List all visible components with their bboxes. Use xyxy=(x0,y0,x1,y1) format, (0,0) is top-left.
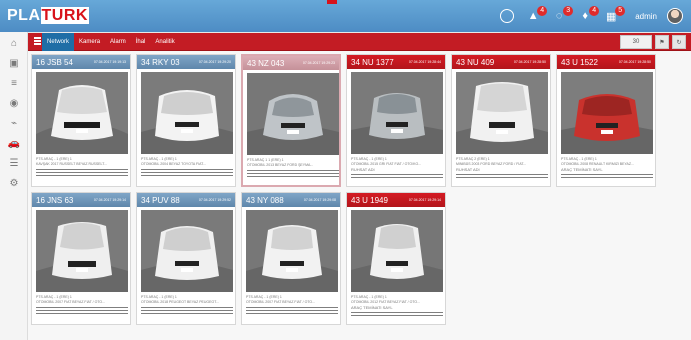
sidebar: ⌂ ▣ ≡ ◉ ⌁ 🚗 ☰ ⚙ xyxy=(0,32,28,340)
card-header: 16 JSB 54 07.04.2017 19:19:13 xyxy=(32,55,130,69)
vehicle-card[interactable]: 34 PUV 88 07.04.2017 19:29:52 PTS ARAÇ -… xyxy=(136,192,236,325)
vehicle-photo xyxy=(561,72,653,154)
vehicle-photo xyxy=(351,72,443,154)
search-icon[interactable] xyxy=(499,8,515,24)
card-info: PTS ARAÇ - 1 (ERE) 1 KAVŞAK 2017 RUSSELT… xyxy=(36,157,128,178)
vehicle-card[interactable]: 43 NY 088 07.04.2017 19:29:08 PTS ARAÇ -… xyxy=(241,192,341,325)
card-info: PTS ARAÇ - 1 (ERE) 1 OTOMOBİL 2007 FIAT … xyxy=(246,295,338,316)
vehicle-photo xyxy=(247,73,339,155)
card-header: 43 U 1949 07.04.2017 19:29:14 xyxy=(347,193,445,207)
vehicle-card[interactable]: 34 RKY 03 07.04.2017 19:29:20 PTS ARAÇ -… xyxy=(136,54,236,187)
refresh-button[interactable]: ↻ xyxy=(672,35,686,49)
vehicle-photo xyxy=(141,72,233,154)
database-icon[interactable]: ☰ xyxy=(0,154,28,172)
vehicle-photo xyxy=(456,72,548,154)
vehicle-card[interactable]: 16 JNS 63 07.04.2017 19:29:14 PTS ARAÇ -… xyxy=(31,192,131,325)
vehicle-photo xyxy=(141,210,233,292)
tab-network[interactable]: Network xyxy=(42,33,75,51)
tab-alarm[interactable]: Alarm xyxy=(105,33,131,51)
card-info: PTS ARAÇ - 1 (ERE) 1 OTOMOBİL 2015 GRİ F… xyxy=(351,157,443,180)
card-info: PTS ARAÇ - 1 (ERE) 1 OTOMOBİL 2004 BEYAZ… xyxy=(141,157,233,178)
logo-mark xyxy=(327,0,337,4)
card-header: 43 NU 409 07.04.2017 19:28:50 xyxy=(452,55,550,69)
card-header: 43 NZ 043 07.04.2017 19:29:23 xyxy=(243,56,339,70)
vehicle-card-selected[interactable]: 43 NZ 043 07.04.2017 19:29:23 PTS ARAÇ 1… xyxy=(241,54,341,187)
menu-icon[interactable] xyxy=(34,37,41,45)
content-grid: 16 JSB 54 07.04.2017 19:19:13 PTS ARAÇ -… xyxy=(28,51,691,340)
card-info: PTS ARAÇ - 1 (ERE) 1 OTOMOBİL 2018 PEUGE… xyxy=(141,295,233,316)
home-icon[interactable]: ⌂ xyxy=(0,34,28,52)
settings-icon[interactable]: ⚙ xyxy=(0,174,28,192)
eye-icon[interactable]: ◉ xyxy=(0,94,28,112)
card-header: 43 U 1522 07.04.2017 19:28:50 xyxy=(557,55,655,69)
chart-icon[interactable]: ⌁ xyxy=(0,114,28,132)
card-info: PTS ARAÇ - 1 (ERE) 1 OTOMOBİL 2008 RENAU… xyxy=(561,157,653,180)
card-header: 34 PUV 88 07.04.2017 19:29:52 xyxy=(137,193,235,207)
car-icon[interactable]: 🚗 xyxy=(0,134,28,152)
vehicle-card[interactable]: 16 JSB 54 07.04.2017 19:19:13 PTS ARAÇ -… xyxy=(31,54,131,187)
alarm-icon[interactable]: ◌ 3 xyxy=(551,6,574,24)
page-size-select[interactable]: 30 xyxy=(620,35,652,49)
filter-button[interactable]: ⚑ xyxy=(655,35,669,49)
vehicle-photo xyxy=(351,210,443,292)
card-info: PTS ARAÇ - 1 (ERE) 1 OTOMOBİL 2007 FIAT … xyxy=(36,295,128,316)
card-header: 16 JNS 63 07.04.2017 19:29:14 xyxy=(32,193,130,207)
vehicle-photo xyxy=(246,210,338,292)
logo: PLATURK xyxy=(7,7,89,24)
card-header: 43 NY 088 07.04.2017 19:29:08 xyxy=(242,193,340,207)
list-icon[interactable]: ≡ xyxy=(0,74,28,92)
vehicle-photo xyxy=(36,72,128,154)
top-actions: ▲ 4 ◌ 3 ♦ 4 ▦ 5 admin xyxy=(499,6,683,24)
card-header: 34 RKY 03 07.04.2017 19:29:20 xyxy=(137,55,235,69)
location-icon[interactable]: ♦ 4 xyxy=(577,6,600,24)
tabs: Network Kamera Alarm İhal Analitik xyxy=(42,33,180,51)
image-icon[interactable]: ▣ xyxy=(0,54,28,72)
grid-icon[interactable]: ▦ 5 xyxy=(603,6,626,24)
tab-controls: 30 ⚑ ↻ xyxy=(620,35,686,49)
tab-ihal[interactable]: İhal xyxy=(131,33,151,51)
avatar[interactable] xyxy=(667,8,683,24)
tab-analitik[interactable]: Analitik xyxy=(150,33,179,51)
vehicle-card[interactable]: 43 U 1522 07.04.2017 19:28:50 PTS ARAÇ -… xyxy=(556,54,656,187)
tab-bar: Network Kamera Alarm İhal Analitik 30 ⚑ … xyxy=(28,33,691,51)
username[interactable]: admin xyxy=(635,12,657,21)
vehicle-card[interactable]: 34 NU 1377 07.04.2017 19:28:44 PTS ARAÇ … xyxy=(346,54,446,187)
card-info: PTS ARAÇ 1 1 (ERE) 1 OTOMOBİL 2013 BEYAZ… xyxy=(247,158,339,179)
bell-icon[interactable]: ▲ 4 xyxy=(525,6,548,24)
vehicle-photo xyxy=(36,210,128,292)
vehicle-card[interactable]: 43 U 1949 07.04.2017 19:29:14 PTS ARAÇ -… xyxy=(346,192,446,325)
card-header: 34 NU 1377 07.04.2017 19:28:44 xyxy=(347,55,445,69)
tab-kamera[interactable]: Kamera xyxy=(74,33,105,51)
card-info: PTS ARAÇ 2 (ERE) 1 MİNİBÜS 2003 FORD BEY… xyxy=(456,157,548,180)
top-bar: PLATURK ▲ 4 ◌ 3 ♦ 4 ▦ 5 admin xyxy=(0,0,691,32)
vehicle-card[interactable]: 43 NU 409 07.04.2017 19:28:50 PTS ARAÇ 2… xyxy=(451,54,551,187)
card-info: PTS ARAÇ - 1 (ERE) 1 OTOMOBİL 2012 FIAT … xyxy=(351,295,443,318)
